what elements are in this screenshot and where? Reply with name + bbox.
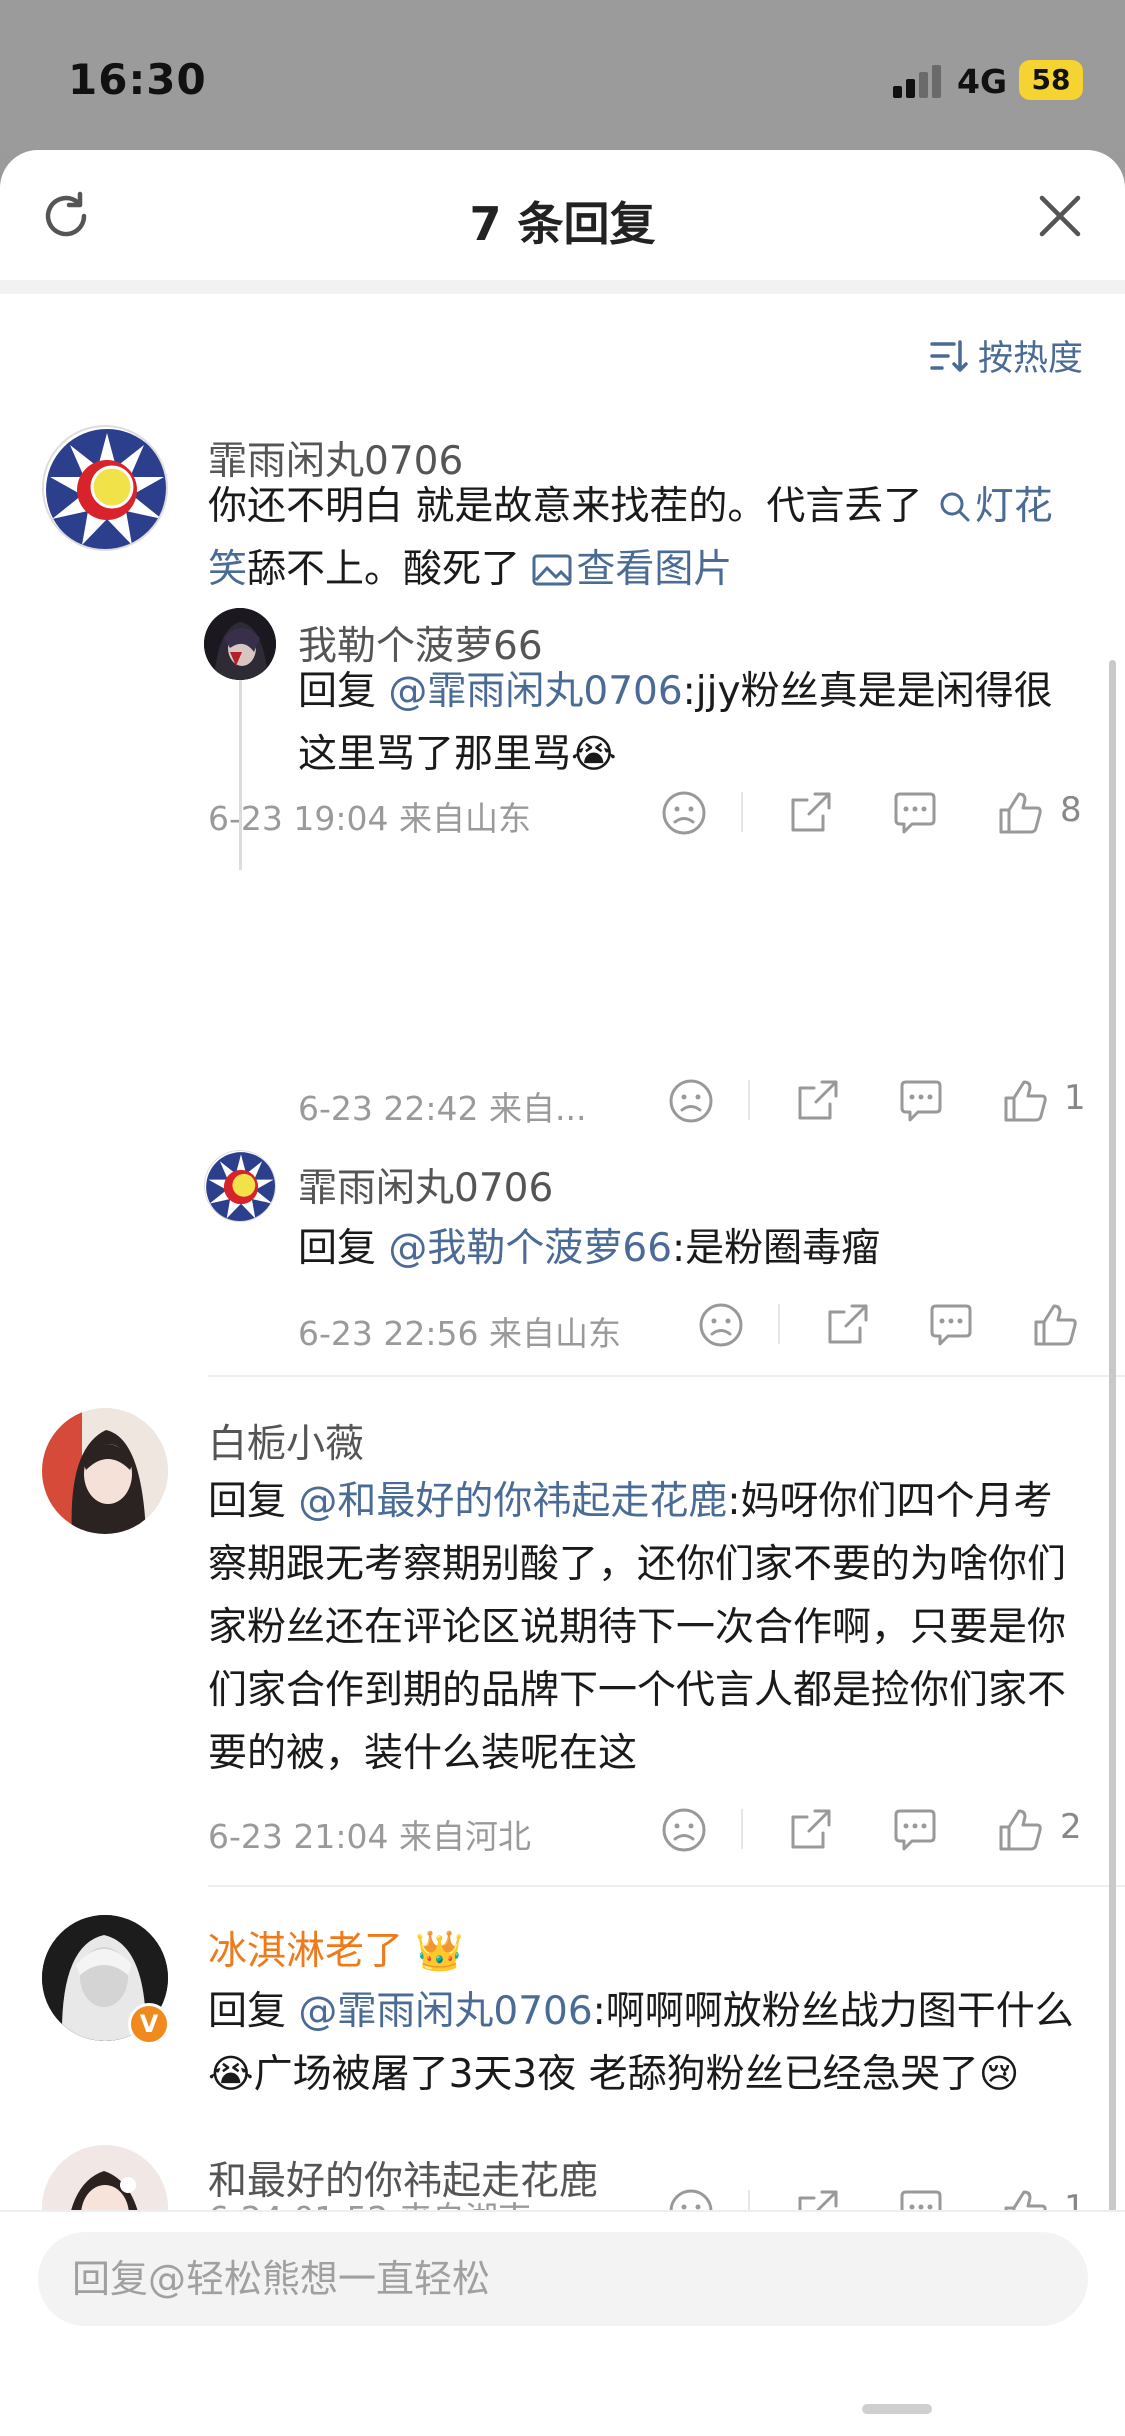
reply-meta: 6-23 22:42 来自... [298,1089,587,1128]
avatar[interactable] [42,1408,168,1534]
view-image-link[interactable]: 查看图片 [532,547,732,592]
comment-icon[interactable] [890,1805,940,1855]
reply-text: 回复 @我勒个菠萝66:是粉圈毒瘤 [298,1226,881,1271]
action-separator [741,1809,743,1849]
status-time: 16:30 [68,55,207,104]
comment-icon[interactable] [926,1300,976,1350]
close-icon[interactable] [1032,188,1088,244]
action-bar [690,1300,1110,1350]
action-bar: 8 [655,788,1095,838]
mention-link[interactable]: @和最好的你祎起走花鹿 [298,1479,727,1524]
comment-text: 回复 @霏雨闲丸0706:啊啊啊放粉丝战力图干什么😭广场被屠了3天3夜 老舔狗粉… [208,1989,1074,2097]
like-count: 8 [1060,790,1082,830]
sheet-header: 7 条回复 [0,150,1125,280]
header-divider [0,280,1125,294]
sad-emoji: 😢 [978,2052,1020,2097]
sort-icon [930,339,968,372]
crying-emoji: 😭 [571,732,617,777]
network-label: 4G [957,62,1008,101]
share-icon[interactable] [822,1300,872,1350]
like-icon[interactable] [995,788,1045,838]
username[interactable]: 冰淇淋老了 👑 [208,1920,464,1976]
dislike-face-icon[interactable] [696,1300,746,1350]
dislike-face-icon[interactable] [659,788,709,838]
reply-input[interactable]: 回复@轻松熊想一直轻松 [38,2232,1088,2326]
mention-link[interactable]: @霏雨闲丸0706 [388,669,682,714]
row-divider [208,1885,1125,1887]
avatar[interactable] [204,1150,276,1222]
username[interactable]: 霏雨闲丸0706 [298,1157,553,1213]
share-icon[interactable] [785,788,835,838]
search-icon [940,492,970,522]
reply-meta: 6-23 22:56 来自山东 [298,1314,621,1353]
comment-icon[interactable] [890,788,940,838]
like-count: 2 [1060,1807,1082,1847]
signal-icon [893,64,945,98]
like-icon[interactable] [995,1805,1045,1855]
username[interactable]: 白栀小薇 [208,1413,364,1469]
sort-by-hot-button[interactable]: 按热度 [930,330,1083,381]
comment-text: 你还不明白 就是故意来找茬的。代言丢了 灯花笑舔不上。酸死了 查看图片 [208,484,1053,592]
like-icon[interactable] [1030,1300,1080,1350]
image-icon [532,554,572,586]
share-icon[interactable] [785,1805,835,1855]
share-icon[interactable] [792,1076,842,1126]
vip-crown-icon: 👑 [415,1929,464,1974]
replies-sheet: 7 条回复 按热度 霏雨闲丸0706 你还不明白 就是故意来找茬的。代言丢了 灯… [0,150,1125,2436]
action-separator [748,1080,750,1120]
action-bar: 2 [655,1805,1095,1855]
reply-text: 回复 @霏雨闲丸0706:jjy粉丝真是是闲得很 这里骂了那里骂😭 [298,669,1053,777]
scrollbar[interactable] [1109,660,1116,2290]
comment-text: 回复 @和最好的你祎起走花鹿:妈呀你们四个月考察期跟无考察期别酸了，还你们家不要… [208,1479,1067,1776]
sheet-title: 7 条回复 [469,197,656,251]
crying-emoji: 😭 [208,2052,254,2097]
dislike-face-icon[interactable] [659,1805,709,1855]
sort-label: 按热度 [977,339,1083,379]
avatar[interactable] [42,425,168,551]
comment-icon[interactable] [896,1076,946,1126]
thread-line [239,655,242,870]
battery-icon: 58 [1019,60,1083,100]
mention-link[interactable]: @我勒个菠萝66 [388,1226,672,1271]
action-separator [778,1304,780,1344]
like-count: 1 [1064,1078,1086,1118]
comment-meta: 6-23 19:04 来自山东 [208,799,531,838]
comment-meta: 6-23 21:04 来自河北 [208,1817,531,1856]
action-bar: 1 [660,1076,1100,1126]
verified-badge: V [128,2003,170,2045]
home-indicator [862,2404,932,2414]
status-bar: 16:30 4G 58 [0,0,1125,150]
reply-bar: 回复@轻松熊想一直轻松 [0,2210,1125,2436]
mention-link[interactable]: @霏雨闲丸0706 [298,1989,592,2034]
dislike-face-icon[interactable] [666,1076,716,1126]
action-separator [741,792,743,832]
like-icon[interactable] [1000,1076,1050,1126]
row-divider [208,1375,1125,1377]
avatar[interactable] [204,608,276,680]
